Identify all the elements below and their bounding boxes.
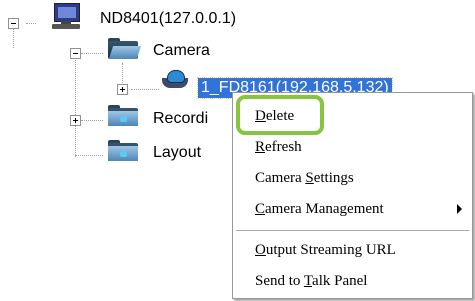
camera-folder-collapse-toggle[interactable] xyxy=(70,48,81,59)
menu-item-send-to-talk-panel[interactable]: Send to Talk Panel xyxy=(233,268,472,294)
menu-item-output-streaming-url[interactable]: Output Streaming URL xyxy=(233,237,472,263)
dome-camera-icon xyxy=(160,68,192,92)
camera-item-expand-toggle[interactable] xyxy=(117,84,128,95)
recording-folder-expand-toggle[interactable] xyxy=(70,115,81,126)
menu-item-camera-settings[interactable]: Camera Settings xyxy=(233,165,472,191)
menu-item-refresh[interactable]: Refresh xyxy=(233,134,472,160)
folder-icon xyxy=(108,105,142,129)
submenu-arrow-icon xyxy=(457,204,462,214)
open-folder-icon xyxy=(108,38,142,60)
tree-node-camera-folder[interactable]: Camera xyxy=(153,41,210,61)
server-collapse-toggle[interactable] xyxy=(8,18,19,29)
menu-separator xyxy=(236,230,469,231)
tree-node-layout-folder[interactable]: Layout xyxy=(153,143,201,163)
menu-item-camera-management[interactable]: Camera Management xyxy=(233,196,472,222)
tree-node-server[interactable]: ND8401(127.0.0.1) xyxy=(100,9,236,29)
tree-node-recording-folder[interactable]: Recordi xyxy=(153,109,208,129)
highlight-ring xyxy=(236,95,324,135)
computer-icon xyxy=(52,3,84,31)
folder-icon xyxy=(108,140,142,164)
